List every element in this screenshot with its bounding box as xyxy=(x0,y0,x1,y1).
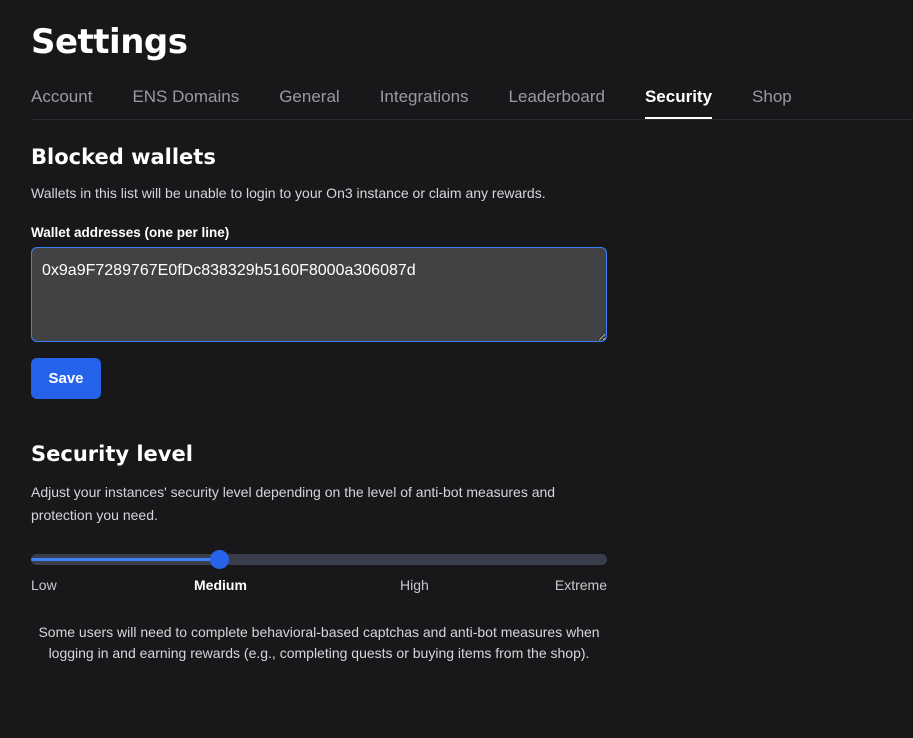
blocked-wallets-heading: Blocked wallets xyxy=(31,145,216,169)
security-level-heading: Security level xyxy=(31,442,193,466)
tab-integrations[interactable]: Integrations xyxy=(380,86,469,117)
page-title: Settings xyxy=(31,22,188,62)
wallet-addresses-label: Wallet addresses (one per line) xyxy=(31,225,230,240)
tab-account[interactable]: Account xyxy=(31,86,92,117)
security-level-labels: Low Medium High Extreme xyxy=(31,577,607,597)
security-level-description: Adjust your instances' security level de… xyxy=(31,484,556,523)
slider-thumb[interactable] xyxy=(210,550,229,569)
settings-tabs: Account ENS Domains General Integrations… xyxy=(31,86,913,120)
slider-fill xyxy=(31,558,220,561)
security-level-slider[interactable] xyxy=(31,550,607,569)
level-medium[interactable]: Medium xyxy=(194,577,247,593)
wallet-addresses-input[interactable] xyxy=(31,247,607,342)
level-low[interactable]: Low xyxy=(31,577,57,593)
tab-security[interactable]: Security xyxy=(644,86,713,119)
save-button[interactable]: Save xyxy=(31,358,101,399)
blocked-wallets-description: Wallets in this list will be unable to l… xyxy=(31,185,546,201)
settings-page: Settings Account ENS Domains General Int… xyxy=(0,0,913,738)
tab-ens-domains[interactable]: ENS Domains xyxy=(132,86,239,117)
tab-shop[interactable]: Shop xyxy=(752,86,792,117)
security-level-note: Some users will need to complete behavio… xyxy=(38,624,600,661)
tab-leaderboard[interactable]: Leaderboard xyxy=(509,86,605,117)
level-high[interactable]: High xyxy=(400,577,429,593)
tab-general[interactable]: General xyxy=(279,86,339,117)
level-extreme[interactable]: Extreme xyxy=(555,577,607,593)
